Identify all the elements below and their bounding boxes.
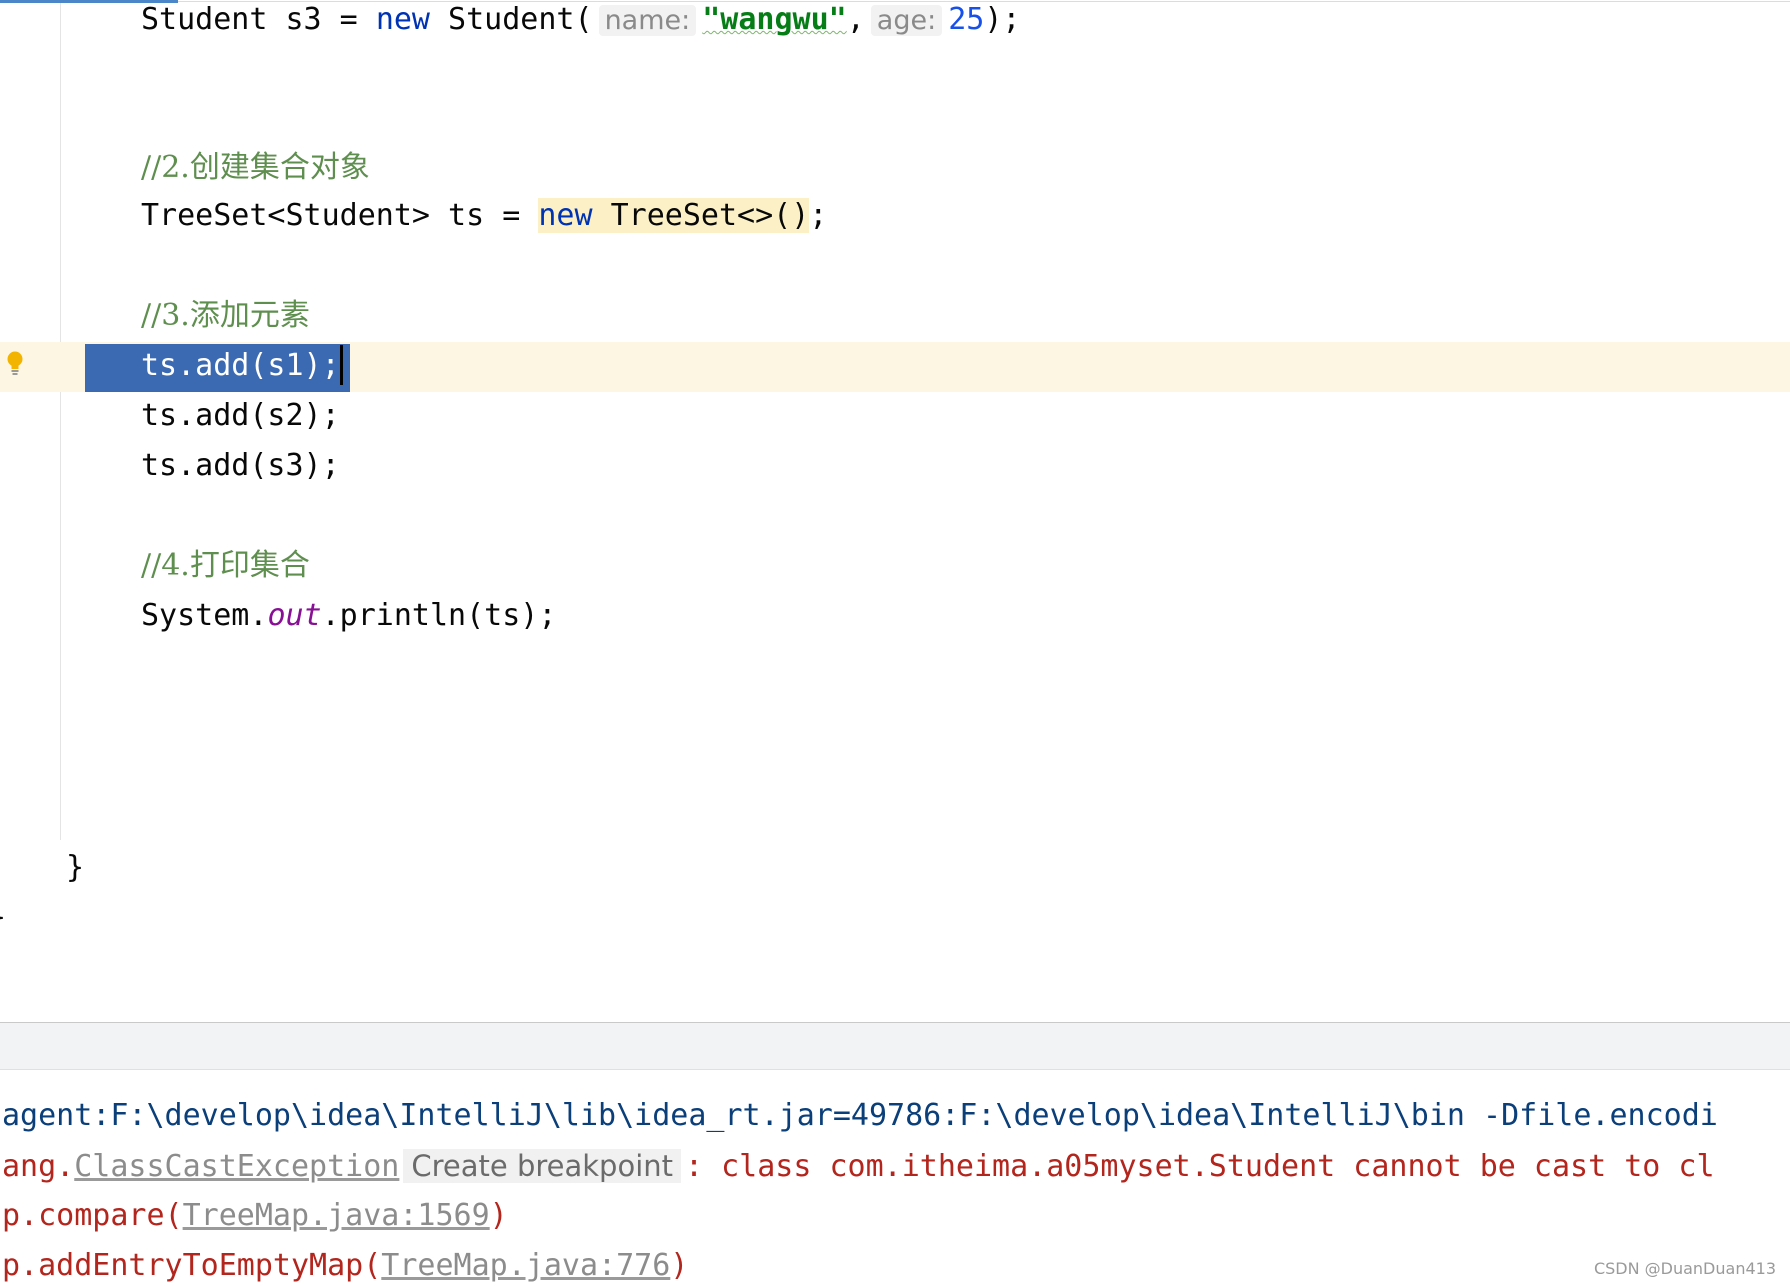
code-text: Student s3 = — [141, 2, 376, 37]
watermark: CSDN @DuanDuan413 — [1593, 1259, 1776, 1278]
highlighted-expression: new TreeSet<>() — [538, 198, 810, 233]
code-line-add-s1[interactable]: ts.add(s1); — [141, 344, 343, 385]
code-line-println[interactable]: System.out.println(ts); — [141, 598, 556, 634]
code-comment-add-elements[interactable]: //3.添加元素 — [141, 298, 310, 334]
console-text: p.compare( — [2, 1198, 183, 1233]
keyword-new: new — [538, 198, 593, 233]
code-line-student-s3[interactable]: Student s3 = new Student(name: "wangwu", a… — [141, 2, 1020, 38]
code-method-close-brace[interactable]: } — [66, 850, 84, 886]
console-line-jvm-args: agent:F:\develop\idea\IntelliJ\lib\idea_… — [2, 1098, 1718, 1133]
run-console[interactable]: agent:F:\develop\idea\IntelliJ\lib\idea_… — [0, 1070, 1790, 1286]
code-text: TreeSet<>() — [592, 198, 810, 233]
code-text: Student( — [430, 2, 593, 37]
lightbulb-icon[interactable] — [6, 350, 24, 376]
code-comment-create-collection[interactable]: //2.创建集合对象 — [141, 150, 370, 186]
code-text: .println(ts); — [321, 598, 557, 633]
code-line-add-s3[interactable]: ts.add(s3); — [141, 448, 340, 484]
text-caret — [339, 344, 343, 385]
stack-trace-link[interactable]: TreeMap.java:1569 — [183, 1198, 490, 1233]
console-text: ang. — [2, 1149, 75, 1184]
code-line-treeset-decl[interactable]: TreeSet<Student> ts = new TreeSet<>(); — [141, 198, 827, 234]
code-text: ); — [984, 2, 1021, 37]
code-text: ts.add(s1); — [141, 348, 340, 383]
console-text: ) — [489, 1198, 508, 1233]
param-hint-name: name: — [598, 5, 697, 36]
console-line-stack-add-entry: p.addEntryToEmptyMap(TreeMap.java:776) — [2, 1246, 688, 1286]
console-toolbar — [0, 1023, 1790, 1070]
code-class-close-brace[interactable]: } — [0, 900, 6, 936]
code-text: TreeSet<Student> ts = — [141, 198, 539, 233]
gutter-separator — [60, 0, 61, 840]
editor-gutter[interactable] — [0, 0, 60, 1022]
stack-trace-link[interactable]: TreeMap.java:776 — [381, 1248, 670, 1283]
code-text: ; — [809, 198, 828, 233]
number-literal: 25 — [948, 2, 985, 37]
exception-class-link[interactable]: ClassCastException — [74, 1149, 399, 1184]
console-line-exception: ang.ClassCastException Create breakpoint:… — [2, 1146, 1715, 1186]
code-line-add-s2[interactable]: ts.add(s2); — [141, 398, 340, 434]
code-comment-print-collection[interactable]: //4.打印集合 — [141, 548, 310, 584]
code-editor[interactable]: Student s3 = new Student(name: "wangwu", a… — [0, 0, 1790, 1022]
code-text: , — [846, 2, 865, 37]
keyword-new: new — [375, 2, 430, 37]
string-literal: "wangwu" — [702, 2, 847, 37]
console-text: : class com.itheima.a05myset.Student can… — [685, 1149, 1715, 1184]
console-text: p.addEntryToEmptyMap( — [2, 1248, 382, 1283]
static-field-out: out — [267, 598, 322, 633]
code-text: System. — [141, 598, 268, 633]
console-line-stack-compare: p.compare(TreeMap.java:1569) — [2, 1196, 508, 1236]
console-text: ) — [670, 1248, 689, 1283]
param-hint-age: age: — [870, 5, 943, 36]
create-breakpoint-button[interactable]: Create breakpoint — [403, 1149, 681, 1183]
